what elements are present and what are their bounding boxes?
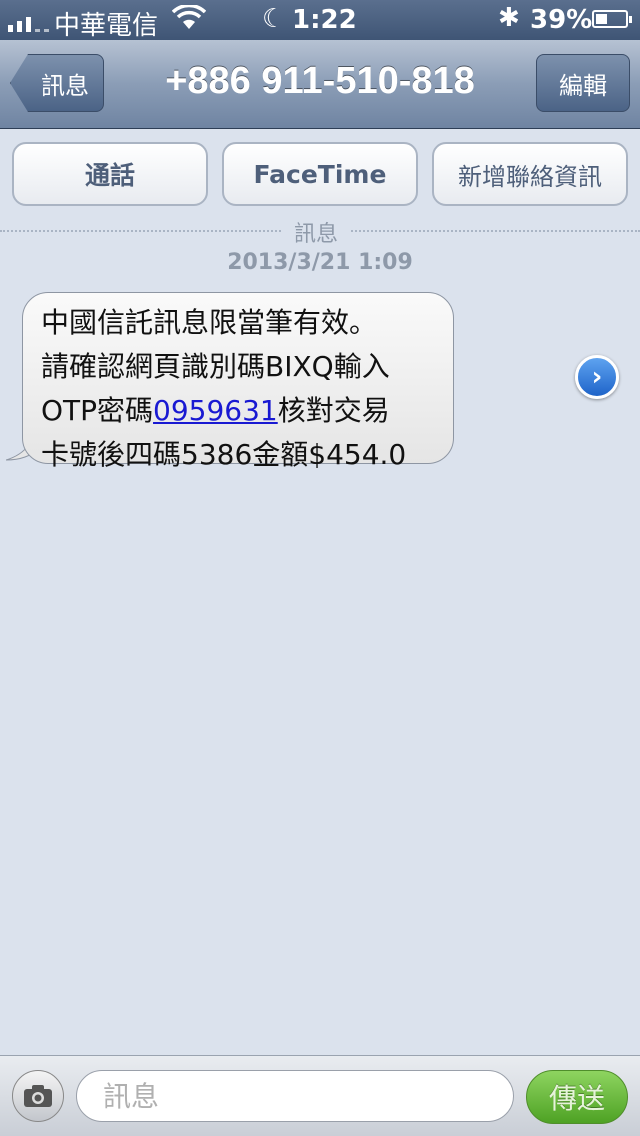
contact-number-title: +886 911-510-818 <box>165 60 475 102</box>
message-timestamp: 2013/3/21 1:09 <box>227 250 413 275</box>
navigation-bar: 訊息 +886 911-510-818 編輯 <box>0 40 640 129</box>
compose-bar: 傳送 <box>0 1055 640 1136</box>
back-button[interactable]: 訊息 <box>10 54 104 112</box>
send-button[interactable]: 傳送 <box>526 1070 628 1124</box>
battery-icon <box>592 10 632 28</box>
edit-button[interactable]: 編輯 <box>536 54 630 112</box>
signal-icon <box>8 6 49 32</box>
camera-icon[interactable] <box>12 1070 64 1122</box>
message-line: 中國信託訊息限當筆有效。 <box>41 306 378 339</box>
bluetooth-icon: ✱ <box>498 3 520 33</box>
call-button[interactable]: 通話 <box>12 142 208 206</box>
carrier-name: 中華電信 <box>54 11 159 41</box>
add-contact-button[interactable]: 新增聯絡資訊 <box>432 142 628 206</box>
message-text: 核對交易 <box>277 394 390 427</box>
message-line: 卡號後四碼5386金額$454.0 <box>41 438 407 471</box>
detail-disclosure-icon[interactable]: › <box>575 355 619 399</box>
battery-percent: 39% <box>530 5 593 35</box>
otp-number-link[interactable]: 0959631 <box>153 394 278 427</box>
status-bar: 中華電信 ☾ 1:22 ✱ 39% <box>0 0 640 41</box>
message-text: OTP密碼 <box>41 394 154 427</box>
message-input[interactable] <box>76 1070 514 1122</box>
clock-time: 1:22 <box>292 5 357 35</box>
message-line: 請確認網頁識別碼BIXQ輸入 <box>41 350 390 383</box>
message-bubble[interactable]: 中國信託訊息限當筆有效。 請確認網頁識別碼BIXQ輸入 OTP密碼0959631… <box>22 292 454 471</box>
message-line: OTP密碼0959631核對交易 <box>41 389 439 433</box>
facetime-button[interactable]: FaceTime <box>222 142 418 206</box>
divider-label: 訊息 <box>282 216 351 248</box>
conversation-divider: 訊息 <box>0 216 640 248</box>
wifi-icon <box>171 3 207 37</box>
moon-icon: ☾ <box>262 4 286 34</box>
contact-actions: 通話 FaceTime 新增聯絡資訊 <box>12 142 628 206</box>
